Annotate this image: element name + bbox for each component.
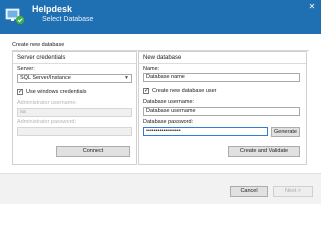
database-name-label: Name: bbox=[143, 66, 160, 72]
panel-divider bbox=[139, 63, 306, 64]
windows-credentials-checkbox[interactable] bbox=[17, 88, 23, 95]
server-select[interactable]: SQL Server/Instance ▼ bbox=[17, 74, 132, 83]
title-bar: Helpdesk Select Database ✕ bbox=[0, 0, 321, 34]
database-username-field[interactable]: Database username bbox=[143, 107, 300, 116]
generate-button[interactable]: Generate bbox=[271, 127, 300, 137]
create-and-validate-button[interactable]: Create and Validate bbox=[228, 146, 300, 157]
server-credentials-panel: Server credentials Server: SQL Server/In… bbox=[12, 51, 137, 165]
cancel-button[interactable]: Cancel bbox=[230, 186, 268, 197]
create-user-label: Create new database user bbox=[152, 88, 217, 94]
window-subtitle: Select Database bbox=[42, 16, 94, 23]
app-title: Helpdesk bbox=[32, 4, 73, 14]
connect-button[interactable]: Connect bbox=[56, 146, 130, 157]
database-password-label: Database password: bbox=[143, 119, 194, 125]
new-database-panel: New database Name: Database name Create … bbox=[138, 51, 307, 165]
database-username-label: Database username: bbox=[143, 99, 195, 105]
server-select-value: SQL Server/Instance bbox=[20, 75, 71, 81]
admin-username-field[interactable]: sa bbox=[17, 108, 132, 117]
new-database-title: New database bbox=[143, 55, 182, 61]
section-title: Create new database bbox=[12, 42, 65, 48]
windows-credentials-label: Use windows credentials bbox=[26, 89, 87, 95]
admin-username-label: Administrator username: bbox=[17, 100, 77, 106]
next-button[interactable]: Next > bbox=[273, 186, 313, 197]
admin-password-field[interactable] bbox=[17, 127, 132, 136]
helpdesk-logo-icon bbox=[5, 6, 25, 26]
admin-password-label: Administrator password: bbox=[17, 119, 76, 125]
create-user-checkbox[interactable] bbox=[143, 87, 149, 94]
server-label: Server: bbox=[17, 66, 35, 72]
server-credentials-title: Server credentials bbox=[17, 55, 66, 61]
database-password-field[interactable]: •••••••••••••••••• bbox=[143, 127, 268, 136]
database-name-field[interactable]: Database name bbox=[143, 73, 300, 82]
panel-divider bbox=[13, 63, 136, 64]
chevron-down-icon: ▼ bbox=[124, 75, 129, 81]
close-icon[interactable]: ✕ bbox=[307, 2, 317, 12]
footer-bar: Cancel Next > bbox=[0, 174, 321, 204]
